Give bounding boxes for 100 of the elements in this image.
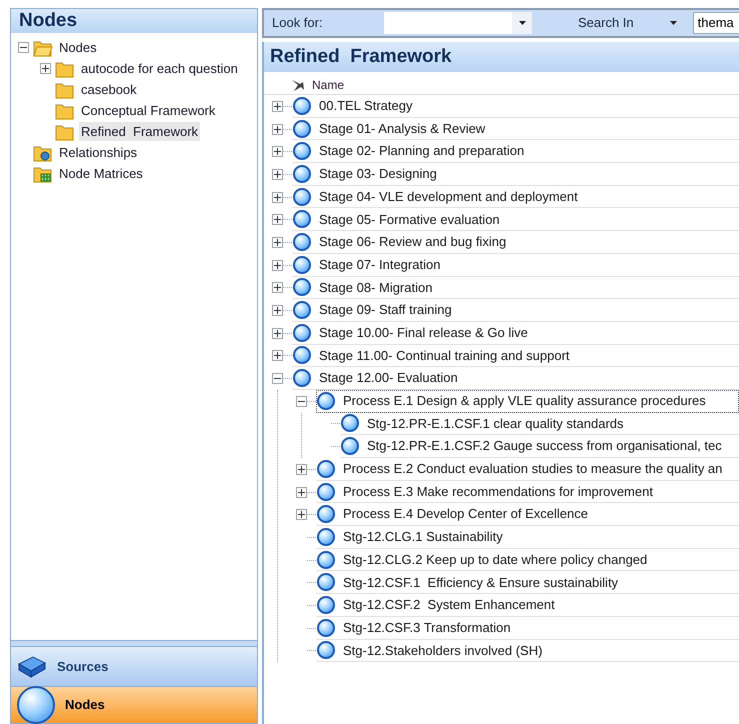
plus-icon (274, 126, 281, 133)
node-icon (317, 618, 335, 637)
folder-icon (55, 60, 75, 78)
node-icon (293, 188, 311, 206)
expand-toggle[interactable] (296, 509, 307, 520)
expand-toggle[interactable] (272, 214, 283, 226)
plus-icon (274, 330, 281, 337)
open-folder-icon (33, 38, 53, 56)
expand-toggle[interactable] (272, 146, 283, 158)
expand-toggle[interactable] (272, 168, 283, 180)
node-icon (293, 120, 311, 138)
node-icon (317, 460, 335, 478)
row-cell[interactable]: Process E.3 Make recommendations for improvement (316, 480, 739, 504)
plus-icon (274, 352, 281, 360)
row-cell[interactable]: Stg-12.PR-E.1.CSF.2 Gauge success from organisational, tec (340, 435, 739, 458)
tree-item[interactable]: Nodes (57, 38, 99, 58)
expand-toggle[interactable] (40, 63, 51, 74)
look-for-field[interactable] (384, 12, 532, 34)
row-cell[interactable]: Stg-12.CLG.2 Keep up to date where policy changed (316, 548, 739, 572)
row-cell[interactable]: Stg-12.CLG.1 Sustainability (316, 526, 739, 549)
collapse-toggle[interactable] (272, 373, 283, 384)
dropdown-icon (518, 21, 526, 25)
folder-icon (55, 102, 75, 120)
expand-toggle[interactable] (272, 124, 283, 135)
node-name: Stage 06- Review and bug fixing (319, 233, 506, 252)
expand-toggle[interactable] (296, 486, 307, 498)
look-for-label: Look for: (272, 14, 324, 32)
node-name: Process E.1 Design & apply VLE quality assurance procedures (343, 392, 706, 410)
node-icon (341, 414, 359, 432)
expand-toggle[interactable] (272, 282, 283, 294)
collapse-toggle[interactable] (296, 396, 307, 407)
tree-item[interactable]: autocode for each question (79, 58, 240, 78)
node-icon (293, 301, 311, 320)
row-cell[interactable]: Stage 11.00- Continual training and support (292, 344, 739, 368)
row-cell[interactable]: Process E.1 Design & apply VLE quality assurance procedures (316, 390, 739, 413)
expand-toggle[interactable] (272, 350, 283, 362)
expand-toggle[interactable] (272, 305, 283, 316)
node-icon (317, 392, 335, 410)
node-icon (293, 324, 311, 342)
navigation-button[interactable]: Nodes (11, 687, 257, 723)
row-cell[interactable]: Stg-12.CSF.2 System Enhancement (316, 594, 739, 617)
expand-toggle[interactable] (272, 100, 283, 112)
node-icon (293, 278, 311, 296)
navigation-button[interactable]: Sources (11, 647, 257, 687)
node-icon (317, 573, 335, 592)
plus-icon (274, 102, 281, 110)
node-icon (293, 164, 311, 183)
tree-item[interactable]: Conceptual Framework (79, 100, 218, 120)
tree-item[interactable]: Refined Framework (79, 122, 200, 142)
expand-toggle[interactable] (296, 464, 307, 475)
node-name: Stg-12.CLG.1 Sustainability (343, 528, 503, 546)
list-title: Refined Framework (264, 42, 739, 72)
node-name: Stage 04- VLE development and deployment (319, 188, 578, 206)
node-name: Stg-12.PR-E.1.CSF.2 Gauge success from organisational, tec (367, 437, 722, 456)
node-name: Stg-12.CSF.1 Efficiency & Ensure sustainability (343, 574, 618, 592)
node-icon (317, 505, 335, 524)
row-cell[interactable]: Stage 06- Review and bug fixing (292, 231, 739, 254)
node-name: Stg-12.Stakeholders involved (SH) (343, 642, 542, 660)
splitter-handle[interactable] (11, 640, 257, 647)
node-icon (341, 437, 359, 456)
expand-toggle[interactable] (272, 328, 283, 339)
expand-toggle[interactable] (272, 260, 283, 271)
column-header[interactable]: Name (312, 76, 344, 94)
row-cell[interactable]: Stage 12.00- Evaluation (292, 367, 739, 390)
node-icon (293, 96, 311, 115)
plus-icon (274, 307, 281, 314)
node-name: Stage 02- Planning and preparation (319, 142, 524, 160)
row-cell[interactable]: Stage 10.00- Final release & Go live (292, 322, 739, 345)
tree-item[interactable]: Relationships (57, 142, 140, 162)
expand-toggle[interactable] (272, 236, 283, 248)
row-cell[interactable]: Stage 04- VLE development and deployment (292, 186, 739, 208)
node-icon (293, 142, 311, 160)
row-cell[interactable]: Stg-12.CSF.1 Efficiency & Ensure sustainability (316, 571, 739, 594)
panel-title: Nodes (11, 9, 257, 33)
tree-item[interactable]: casebook (79, 80, 139, 100)
row-cell[interactable]: Stg-12.PR-E.1.CSF.1 clear quality standards (340, 412, 739, 436)
row-cell[interactable]: Stage 01- Analysis & Review (292, 118, 739, 140)
search-in-field[interactable]: thema (692, 12, 739, 34)
row-cell[interactable]: Stage 03- Designing (292, 163, 739, 186)
node-icon (17, 686, 55, 724)
folder-icon (55, 80, 75, 98)
row-cell[interactable]: Stage 09- Staff training (292, 299, 739, 322)
row-cell[interactable]: Stage 08- Migration (292, 276, 739, 300)
row-cell[interactable]: Stage 02- Planning and preparation (292, 140, 739, 164)
search-in-label[interactable]: Search In (578, 13, 634, 33)
expand-toggle[interactable] (272, 192, 283, 203)
row-cell[interactable]: Stg-12.Stakeholders involved (SH) (316, 640, 739, 662)
row-cell[interactable]: Process E.4 Develop Center of Excellence (316, 503, 739, 526)
collapse-toggle[interactable] (18, 42, 29, 53)
tree-item[interactable]: Node Matrices (57, 164, 145, 184)
relationships-folder-icon (33, 144, 53, 162)
node-name: Stage 12.00- Evaluation (319, 369, 458, 388)
row-cell[interactable]: Stg-12.CSF.3 Transformation (316, 616, 739, 640)
row-cell[interactable]: Stage 07- Integration (292, 254, 739, 276)
node-name: Stage 07- Integration (319, 256, 440, 274)
row-cell[interactable]: Process E.2 Conduct evaluation studies to measure the quality an (316, 458, 739, 481)
row-cell[interactable]: Stage 05- Formative evaluation (292, 208, 739, 232)
node-name: Stage 05- Formative evaluation (319, 210, 500, 229)
row-cell[interactable]: 00.TEL Strategy (292, 95, 739, 118)
dropdown-icon[interactable] (670, 21, 677, 25)
